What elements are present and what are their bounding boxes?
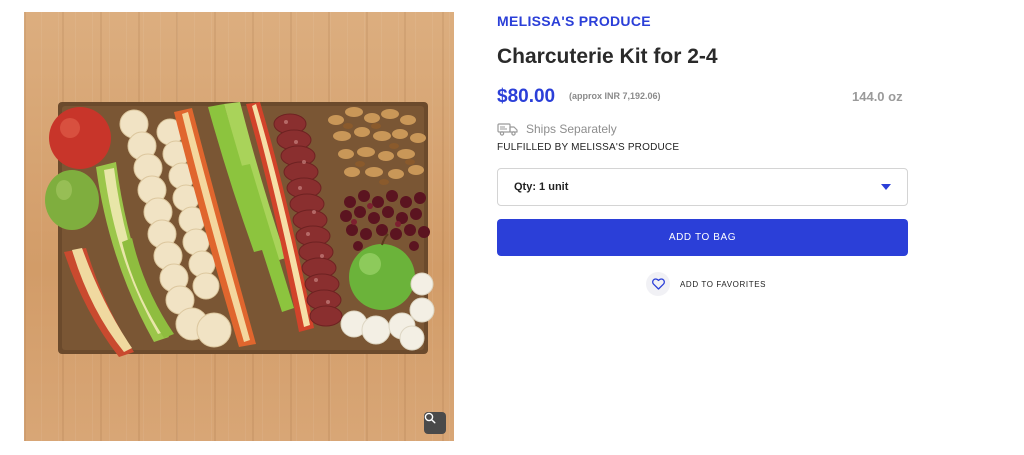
product-weight: 144.0 oz [852,89,903,104]
add-to-favorites-label: ADD TO FAVORITES [680,279,767,289]
brand-link[interactable]: MELISSA'S PRODUCE [497,13,651,29]
fulfilled-by-label: FULFILLED BY MELISSA'S PRODUCE [497,142,680,153]
quantity-select[interactable]: Qty: 1 unit [497,168,908,206]
magnifier-icon [424,412,436,424]
favorite-icon-wrapper [646,272,670,296]
truck-icon [497,123,518,136]
charcuterie-board-illustration [45,102,435,357]
add-to-bag-button[interactable]: ADD TO BAG [497,219,908,256]
approx-price: (approx INR 7,192.06) [569,91,661,101]
heart-icon [651,278,665,290]
product-image[interactable] [24,12,454,441]
quantity-value: Qty: 1 unit [514,181,569,193]
product-price: $80.00 [497,86,556,107]
add-to-favorites-button[interactable]: ADD TO FAVORITES [646,272,766,296]
caret-down-icon [881,184,891,190]
zoom-button[interactable] [424,412,446,434]
ships-separately-note: Ships Separately [497,122,617,136]
product-title: Charcuterie Kit for 2-4 [497,45,718,68]
ships-separately-label: Ships Separately [526,122,617,136]
